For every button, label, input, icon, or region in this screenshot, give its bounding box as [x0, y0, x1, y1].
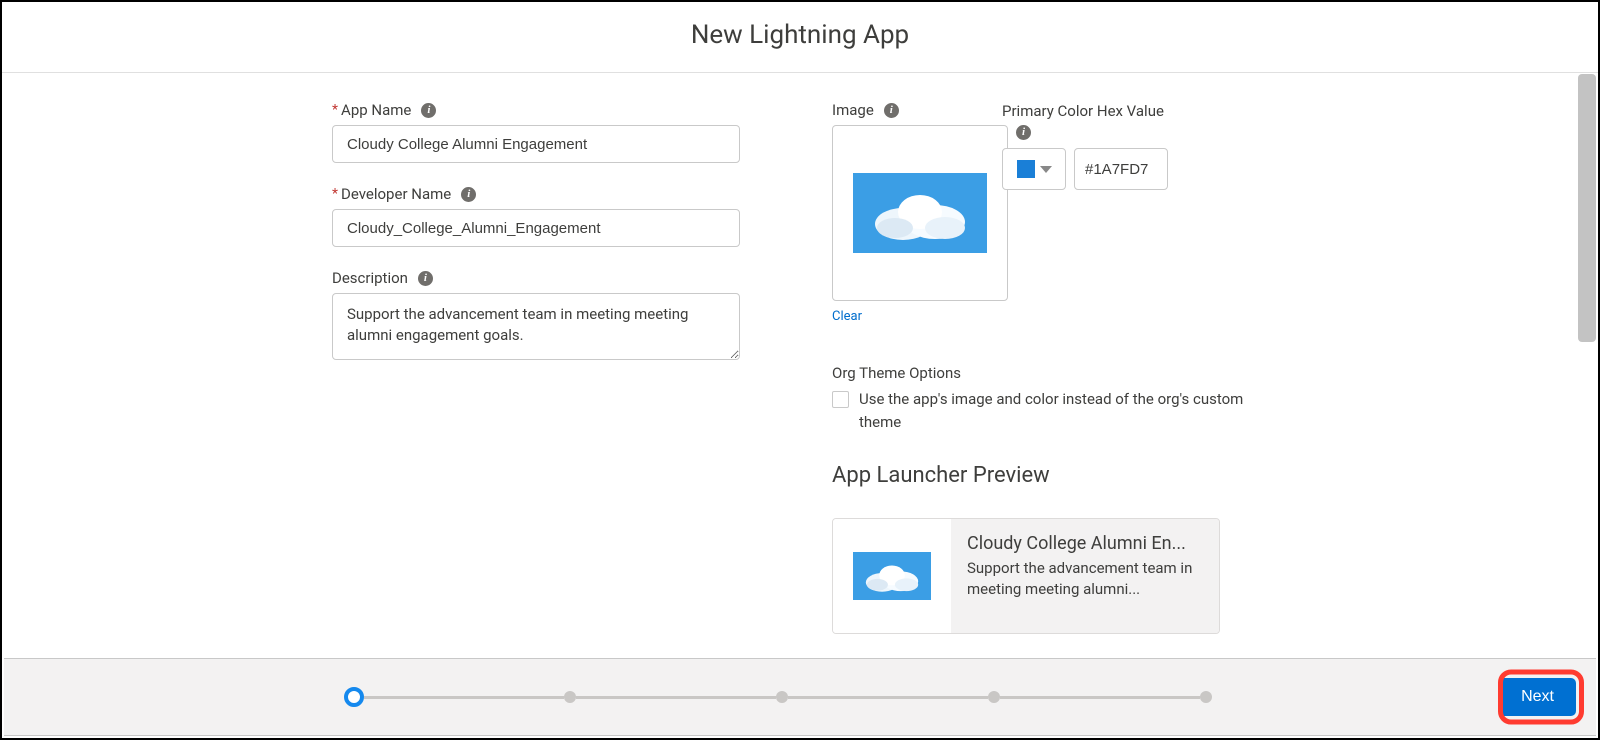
progress-step-1[interactable]	[344, 687, 364, 707]
primary-color-label: Primary Color Hex Value	[1002, 102, 1164, 120]
progress-line	[364, 696, 564, 699]
org-theme-label: Org Theme Options	[832, 364, 1252, 382]
app-name-label-row: * App Name i	[332, 101, 772, 119]
progress-step-4[interactable]	[988, 691, 1000, 703]
cloud-image-preview	[853, 173, 987, 253]
modal-title: New Lightning App	[2, 20, 1598, 50]
preview-body: Cloudy College Alumni En... Support the …	[951, 519, 1219, 633]
progress-indicator	[344, 687, 1212, 707]
cloud-icon	[865, 184, 975, 242]
info-icon[interactable]: i	[461, 187, 476, 202]
org-theme-group: Org Theme Options Use the app's image an…	[832, 364, 1252, 433]
org-theme-checkbox[interactable]	[832, 391, 849, 408]
description-label: Description	[332, 269, 408, 287]
progress-line	[788, 696, 988, 699]
info-icon[interactable]: i	[421, 103, 436, 118]
description-label-row: Description i	[332, 269, 772, 287]
next-button[interactable]: Next	[1499, 678, 1576, 716]
description-textarea[interactable]	[332, 293, 740, 360]
left-column: * App Name i * Developer Name i Descript…	[332, 101, 772, 643]
info-icon[interactable]: i	[1016, 125, 1031, 140]
progress-step-3[interactable]	[776, 691, 788, 703]
clear-image-link[interactable]: Clear	[832, 309, 862, 324]
required-asterisk: *	[332, 102, 338, 118]
app-name-label: App Name	[341, 101, 411, 119]
developer-name-group: * Developer Name i	[332, 185, 772, 247]
primary-color-controls	[1002, 148, 1202, 190]
progress-line	[1000, 696, 1200, 699]
hex-value-input[interactable]	[1074, 148, 1168, 190]
preview-description: Support the advancement team in meeting …	[967, 558, 1203, 600]
modal-footer: Next	[4, 658, 1596, 736]
preview-icon-box	[833, 519, 951, 633]
scrollbar[interactable]	[1578, 74, 1596, 342]
progress-step-2[interactable]	[564, 691, 576, 703]
developer-name-input[interactable]	[332, 209, 740, 247]
preview-cloud-image	[853, 552, 931, 600]
image-label: Image	[832, 101, 874, 119]
info-icon[interactable]: i	[418, 271, 433, 286]
developer-name-label: Developer Name	[341, 185, 451, 203]
modal-body: * App Name i * Developer Name i Descript…	[2, 73, 1598, 643]
info-icon[interactable]: i	[884, 103, 899, 118]
org-theme-checkbox-row: Use the app's image and color instead of…	[832, 388, 1252, 433]
developer-name-label-row: * Developer Name i	[332, 185, 772, 203]
color-swatch	[1017, 160, 1035, 178]
app-name-group: * App Name i	[332, 101, 772, 163]
progress-step-5[interactable]	[1200, 691, 1212, 703]
chevron-down-icon	[1040, 166, 1052, 173]
progress-line	[576, 696, 776, 699]
org-theme-checkbox-label: Use the app's image and color instead of…	[859, 388, 1252, 433]
app-name-input[interactable]	[332, 125, 740, 163]
primary-color-group: Primary Color Hex Value i	[1002, 102, 1202, 190]
image-upload-box[interactable]	[832, 125, 1008, 301]
primary-color-label-row: Primary Color Hex Value	[1002, 102, 1202, 120]
app-launcher-preview-tile: Cloudy College Alumni En... Support the …	[832, 518, 1220, 634]
preview-title: Cloudy College Alumni En...	[967, 533, 1203, 554]
required-asterisk: *	[332, 186, 338, 202]
color-picker-button[interactable]	[1002, 148, 1066, 190]
description-group: Description i	[332, 269, 772, 364]
modal-header: New Lightning App	[2, 2, 1598, 73]
cloud-icon	[860, 558, 924, 594]
app-launcher-preview-heading: App Launcher Preview	[832, 463, 1252, 488]
